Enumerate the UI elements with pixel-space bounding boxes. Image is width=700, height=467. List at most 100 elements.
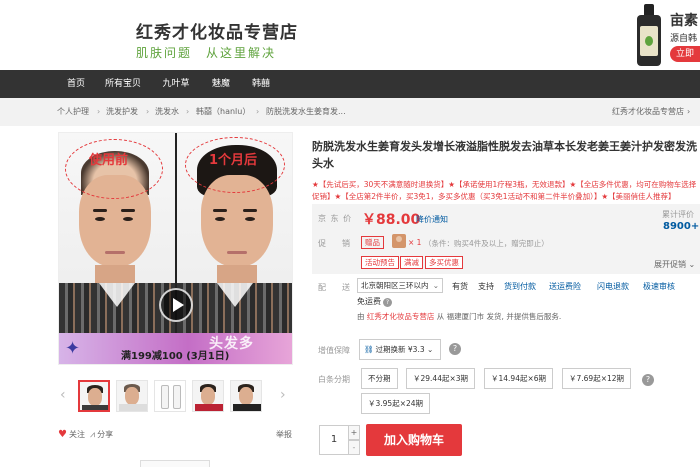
thumbnail-bottle: [173, 385, 181, 409]
thumbnail[interactable]: [230, 380, 262, 412]
sold-by-prefix: 由: [357, 312, 365, 321]
breadcrumb-shampoo[interactable]: 洗发水: [155, 98, 179, 126]
promo-tag-multi-buy[interactable]: 多买优惠: [425, 256, 463, 269]
promo-subtitle: 源自韩: [670, 34, 698, 44]
chevron-down-icon: ⌄: [427, 345, 434, 354]
chevron-down-icon: ⌄: [432, 281, 439, 290]
promo-product-image[interactable]: [636, 4, 662, 66]
installment-option-6[interactable]: ￥14.94起×6期: [484, 368, 554, 389]
freight-label: 免运费: [357, 297, 381, 306]
quantity-input[interactable]: 1: [319, 425, 349, 455]
address-select[interactable]: 北京朝阳区三环以内 ⌄: [357, 278, 443, 293]
review-label: 累计评价: [662, 210, 694, 219]
promo-tag-discount[interactable]: 满减: [400, 256, 423, 269]
nav-item-jiuyecao[interactable]: 九叶草: [156, 70, 196, 98]
chevron-right-icon: ›: [687, 107, 691, 116]
warranty-select[interactable]: ⛓ 过期换新 ¥3.3 ⌄: [359, 339, 441, 360]
service-fast-refund[interactable]: 闪电退款: [597, 281, 629, 292]
installment-option-3[interactable]: ￥29.44起×3期: [406, 368, 476, 389]
quantity-decrease-button[interactable]: -: [348, 440, 360, 455]
product-title: 防脱洗发水生姜育发头发增长液溢脂性脱发去油草本长发老姜王姜汁护发密发洗头水: [312, 140, 697, 170]
installment-option-none[interactable]: 不分期: [361, 368, 398, 389]
follow-button[interactable]: ♥ 关注: [58, 429, 85, 440]
brow: [243, 209, 257, 212]
share-icon: ⩘: [90, 430, 96, 440]
promo-band-offer: 满199减100 (3月1日): [121, 351, 230, 362]
breadcrumb-separator: ›: [97, 107, 101, 116]
installment-help-icon[interactable]: ?: [642, 374, 654, 386]
nav-item-home[interactable]: 首页: [58, 70, 94, 98]
promo-band: ✦ 头发多 满199减100 (3月1日): [59, 333, 292, 364]
gift-tag: 赠品: [361, 236, 384, 249]
installment-option-12[interactable]: ￥7.69起×12期: [562, 368, 632, 389]
sold-by-shop-link[interactable]: 红秀才化妆品专营店: [367, 312, 435, 321]
expand-promotions[interactable]: 展开促销 ⌄: [654, 259, 695, 270]
breadcrumb: 个人护理 › 洗发护发 › 洗发水 › 韩囍（hanlu） › 防脱洗发水生姜育…: [0, 98, 700, 126]
promo-buy-button[interactable]: 立即: [670, 46, 700, 62]
thumbnail-face: [201, 387, 215, 405]
review-count[interactable]: 8900+: [663, 221, 699, 232]
scalp-highlight-ring: [65, 139, 163, 199]
breadcrumb-brand[interactable]: 韩囍（hanlu）: [196, 98, 250, 126]
quantity-increase-button[interactable]: +: [348, 425, 360, 440]
warranty-label: 增值保障: [318, 346, 350, 355]
shop-slogan: 肌肤问题 从这里解决: [136, 46, 277, 60]
thumbnail[interactable]: [78, 380, 110, 412]
price-box: 京 东 价 ￥88.00 降价通知 累计评价 8900+ 促 销 赠品 × 1 …: [312, 204, 700, 274]
thumbnail-face: [239, 387, 253, 405]
service-cod[interactable]: 货到付款: [504, 281, 536, 292]
bottle-label: [640, 26, 658, 56]
warranty-value: 过期换新 ¥3.3: [375, 345, 425, 354]
price-notice-link[interactable]: 降价通知: [416, 214, 448, 225]
breadcrumb-shop-link[interactable]: 红秀才化妆品专营店 ›: [612, 98, 690, 126]
thumbnail-bottle: [161, 385, 169, 409]
nav-item-hanlu[interactable]: 韩囍: [244, 70, 278, 98]
thumbnail[interactable]: [154, 380, 186, 412]
eye: [95, 217, 105, 221]
service-fast-review[interactable]: 极速审核: [643, 281, 675, 292]
breadcrumb-separator: ›: [256, 107, 260, 116]
price-label: 京 东 价: [318, 214, 353, 223]
main-product-image[interactable]: 使用前 1个月后 ✦ 头发多 满199减100 (3月1日): [58, 132, 293, 365]
link-icon: ⛓: [364, 345, 374, 354]
gift-image[interactable]: [392, 234, 406, 248]
nav-item-all-products[interactable]: 所有宝贝: [100, 70, 146, 98]
breadcrumb-current: 防脱洗发水生姜育发...: [266, 107, 346, 116]
thumbnail-next-icon[interactable]: ›: [280, 388, 286, 402]
after-label: 1个月后: [209, 153, 258, 168]
shop-nav: 首页 所有宝贝 九叶草 魅魔 韩囍: [0, 70, 700, 98]
sold-by-suffix: 从 福建厦门市 发货, 并提供售后服务.: [436, 312, 562, 321]
thumbnail-prev-icon[interactable]: ‹: [60, 388, 66, 402]
promotion-label: 促 销: [318, 239, 354, 248]
report-link[interactable]: 举报: [276, 429, 292, 440]
installment-option-24[interactable]: ￥3.95起×24期: [361, 393, 431, 414]
warranty-help-icon[interactable]: ?: [449, 343, 461, 355]
breadcrumb-hair-care[interactable]: 洗发护发: [106, 98, 138, 126]
heart-icon: ♥: [58, 429, 67, 440]
help-icon[interactable]: ?: [383, 298, 392, 307]
eye: [123, 217, 133, 221]
breadcrumb-personal-care[interactable]: 个人护理: [57, 98, 89, 126]
address-value: 北京朝阳区三环以内: [361, 281, 429, 290]
stock-status: 有货: [452, 282, 468, 291]
freight-info: 免运费?: [357, 296, 392, 307]
thumbnail-shirt: [195, 404, 223, 411]
promo-brand: 亩素: [670, 13, 698, 29]
thumbnail[interactable]: [192, 380, 224, 412]
play-video-button[interactable]: [159, 288, 193, 322]
thumbnail[interactable]: [116, 380, 148, 412]
add-to-cart-button[interactable]: 加入购物车: [366, 424, 462, 456]
promo-tag-preview[interactable]: 活动预告: [361, 256, 399, 269]
service-shipping-insurance[interactable]: 送运费险: [549, 281, 581, 292]
eye: [245, 217, 255, 221]
share-button[interactable]: ⩘ 分享: [90, 429, 113, 440]
breadcrumb-shop-name: 红秀才化妆品专营店: [612, 107, 684, 116]
sold-by: 由 红秀才化妆品专营店 从 福建厦门市 发货, 并提供售后服务.: [357, 311, 561, 322]
installment-label: 白条分期: [318, 375, 350, 384]
mouth: [227, 251, 247, 254]
breadcrumb-separator: ›: [146, 107, 150, 116]
nav-item-meimo[interactable]: 魅魔: [204, 70, 238, 98]
shop-name[interactable]: 红秀才化妆品专营店: [136, 18, 298, 43]
support-label: 支持: [478, 282, 494, 291]
gift-condition: （条件：购买4件及以上，赠完即止）: [424, 239, 549, 248]
